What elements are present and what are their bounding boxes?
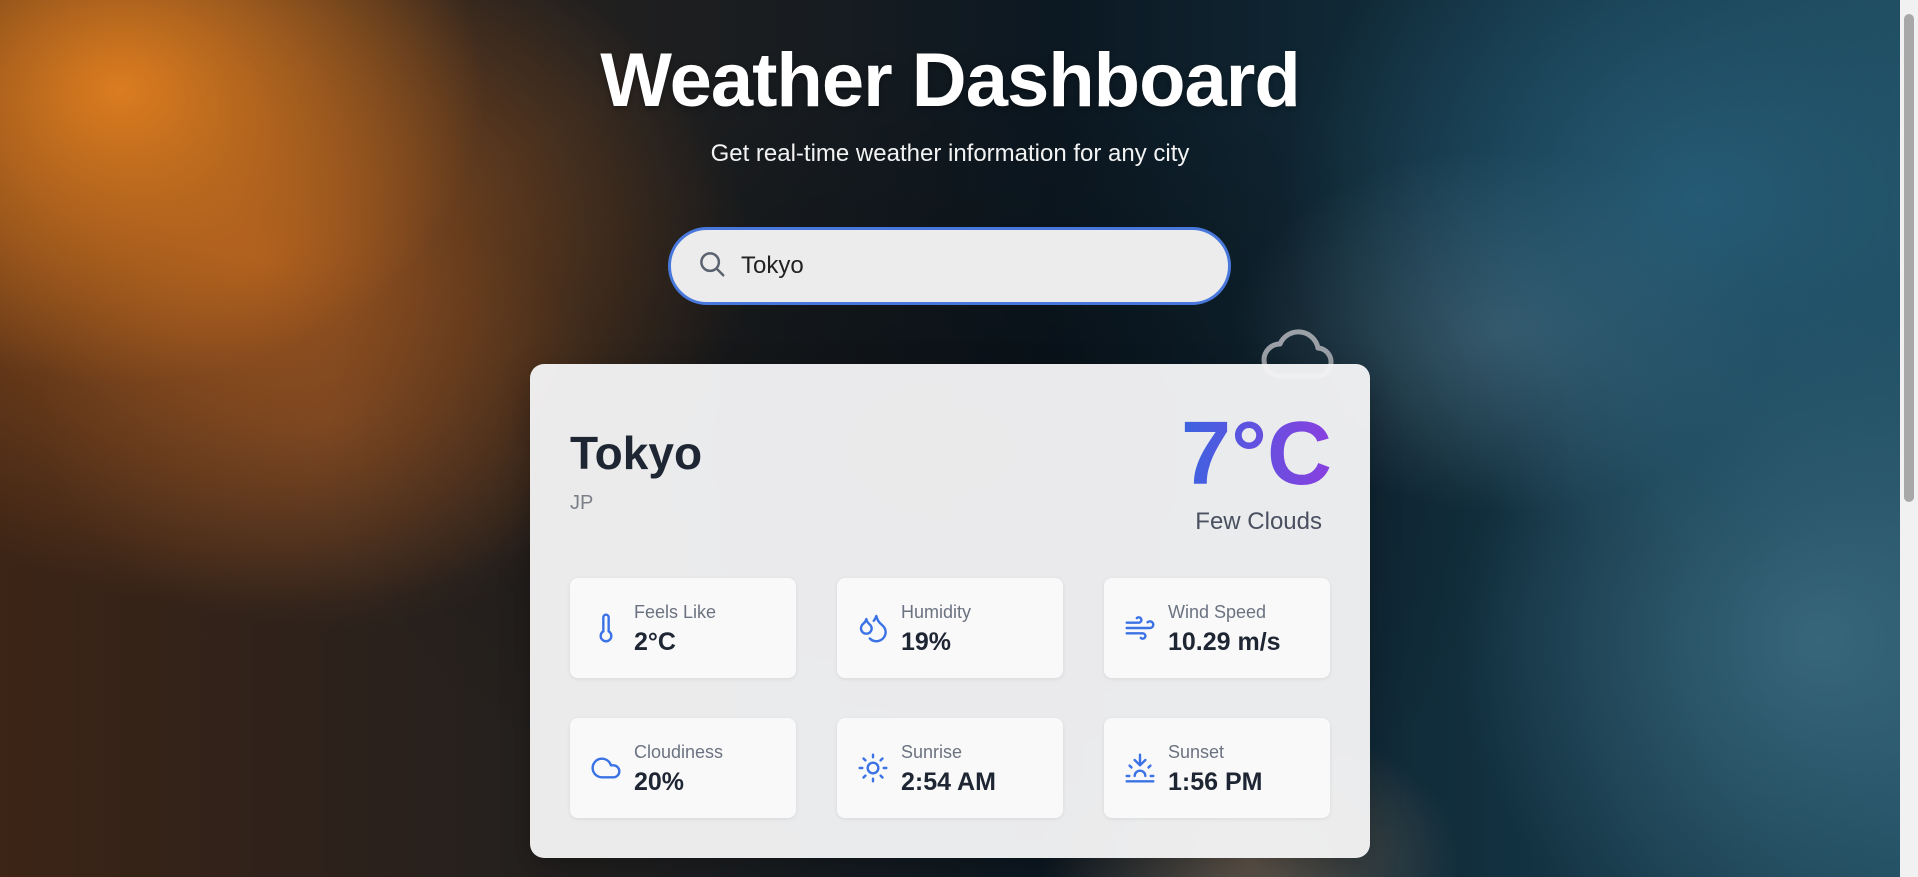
- temperature: 7°C: [1180, 404, 1332, 504]
- stat-label: Sunset: [1168, 742, 1225, 762]
- stat-sunrise: Sunrise 2:54 AM: [837, 718, 1063, 818]
- stat-sunset: Sunset 1:56 PM: [1104, 718, 1330, 818]
- cloud-icon: [590, 752, 622, 784]
- stat-value: 2°C: [634, 628, 676, 656]
- stat-value: 20%: [634, 768, 685, 796]
- sun-icon: [857, 752, 889, 784]
- wind-icon: [1124, 612, 1156, 644]
- page-scrollbar[interactable]: [1900, 0, 1918, 877]
- search-input[interactable]: [741, 252, 1181, 280]
- thermometer-icon: [590, 612, 622, 644]
- stat-label: Feels Like: [634, 602, 717, 622]
- stat-cloudiness: Cloudiness 20%: [570, 718, 796, 818]
- stat-wind-speed: Wind Speed 10.29 m/s: [1104, 578, 1330, 678]
- scrollbar-thumb[interactable]: [1904, 14, 1914, 502]
- search-icon: [697, 249, 727, 284]
- country-code: JP: [570, 492, 594, 514]
- weather-condition: Few Clouds: [1195, 508, 1322, 535]
- city-name: Tokyo: [570, 427, 703, 479]
- weather-card: Tokyo JP 7°C Few Clouds Feels Like 2°C H…: [530, 364, 1370, 858]
- stat-label: Sunrise: [901, 742, 963, 762]
- page-header: Weather Dashboard Get real-time weather …: [0, 36, 1900, 168]
- stat-feels-like: Feels Like 2°C: [570, 578, 796, 678]
- stat-value: 2:54 AM: [901, 768, 996, 796]
- search-bar[interactable]: [668, 227, 1231, 305]
- stat-label: Humidity: [901, 602, 972, 622]
- stat-label: Cloudiness: [634, 742, 724, 762]
- page-subtitle: Get real-time weather information for an…: [710, 140, 1190, 167]
- sunset-icon: [1124, 752, 1156, 784]
- droplets-icon: [857, 612, 889, 644]
- stat-humidity: Humidity 19%: [837, 578, 1063, 678]
- stat-value: 1:56 PM: [1168, 768, 1263, 796]
- stat-value: 19%: [901, 628, 952, 656]
- stat-label: Wind Speed: [1168, 602, 1267, 622]
- page-title: Weather Dashboard: [600, 38, 1301, 123]
- stat-value: 10.29 m/s: [1168, 628, 1281, 656]
